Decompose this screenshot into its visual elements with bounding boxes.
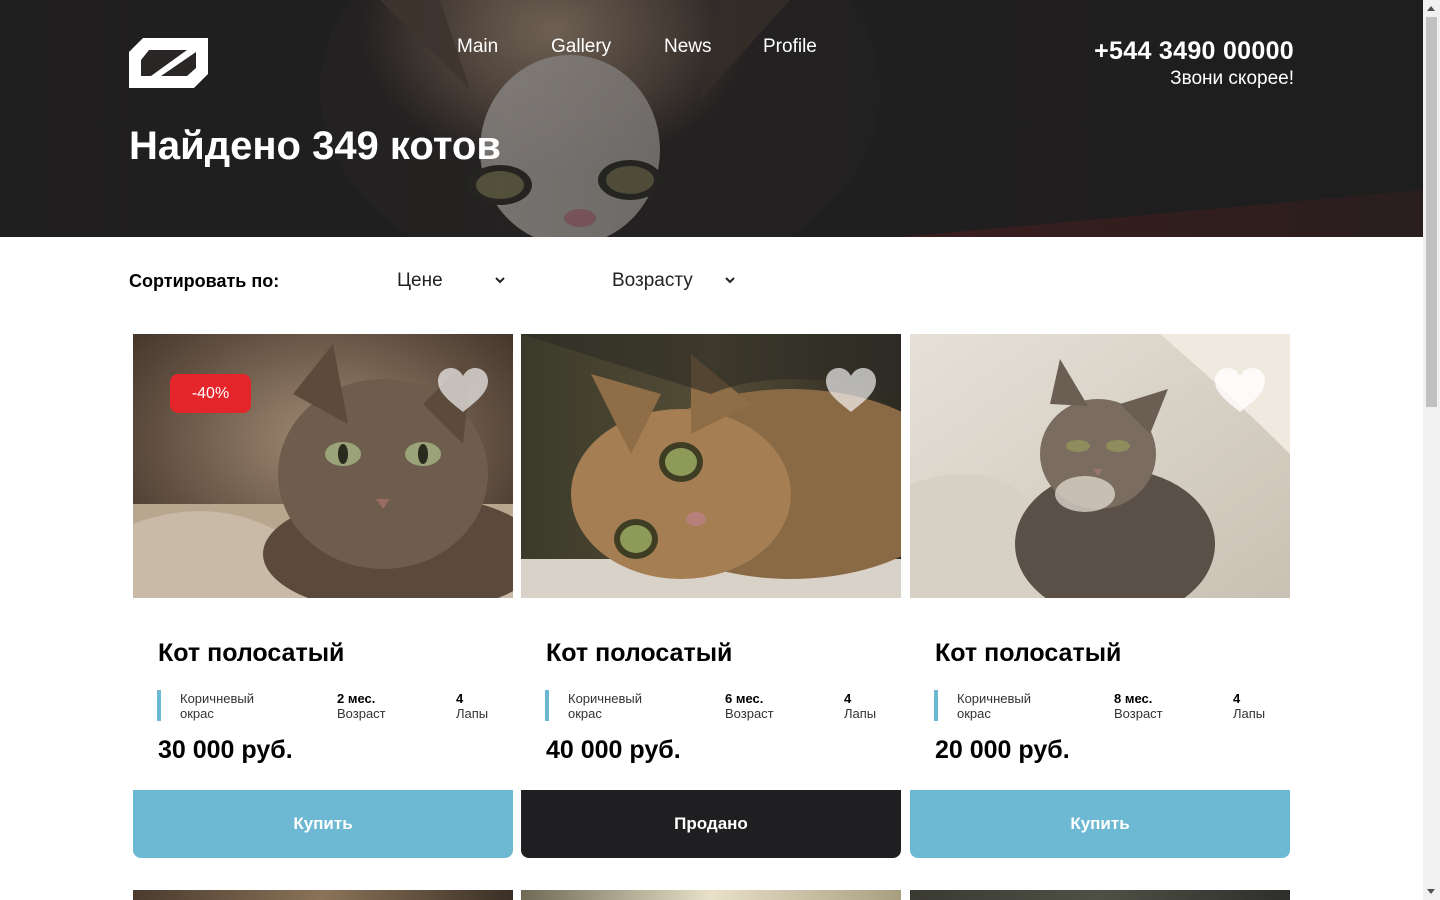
spec-age-label: Возраст	[725, 706, 774, 721]
cat-price: 40 000 руб.	[546, 736, 681, 764]
spec-color-value: Коричневый	[180, 691, 254, 706]
sort-by-price-select[interactable]: Цене	[397, 270, 505, 292]
spec-paws-label: Лапы	[456, 706, 489, 721]
spec-age: 6 мес. Возраст	[725, 691, 774, 721]
cat-name: Кот полосатый	[158, 639, 345, 667]
spec-paws: 4 Лапы	[1233, 691, 1265, 721]
spec-age-value: 8 мес.	[1114, 691, 1153, 706]
cat-card: Кот полосатый Коричневый окрас 6 мес. Во…	[521, 334, 901, 858]
scroll-up-icon[interactable]	[1427, 6, 1435, 11]
spec-color: Коричневый окрас	[180, 691, 254, 721]
cat-price: 30 000 руб.	[158, 736, 293, 764]
cat-photo[interactable]	[910, 334, 1290, 598]
phone-number[interactable]: +544 3490 00000	[1094, 37, 1294, 66]
contact-block: +544 3490 00000 Звони скорее!	[1094, 37, 1294, 90]
cat-specs: Коричневый окрас 8 мес. Возраст 4 Лапы	[934, 690, 1274, 721]
cat-price: 20 000 руб.	[935, 736, 1070, 764]
scrollbar-thumb[interactable]	[1426, 17, 1437, 407]
heart-icon[interactable]	[438, 368, 488, 414]
next-card-photo	[910, 890, 1290, 900]
spec-paws-label: Лапы	[844, 706, 877, 721]
nav-news[interactable]: News	[664, 36, 712, 58]
page-scrollbar[interactable]	[1423, 0, 1440, 900]
hero-header: Main Gallery News Profile +544 3490 0000…	[0, 0, 1423, 237]
spec-color-label: окрас	[180, 706, 214, 721]
sold-button[interactable]: Продано	[521, 790, 901, 858]
spec-paws: 4 Лапы	[844, 691, 876, 721]
spec-age-label: Возраст	[1114, 706, 1163, 721]
discount-badge: -40%	[170, 374, 251, 413]
sort-label: Сортировать по:	[129, 271, 280, 291]
nav-gallery[interactable]: Gallery	[551, 36, 611, 58]
spec-paws-value: 4	[844, 691, 852, 706]
spec-paws: 4 Лапы	[456, 691, 488, 721]
spec-color-value: Коричневый	[957, 691, 1031, 706]
cat-specs: Коричневый окрас 6 мес. Возраст 4 Лапы	[545, 690, 885, 721]
next-card-photo	[133, 890, 513, 900]
spec-color-label: окрас	[957, 706, 991, 721]
spec-age: 2 мес. Возраст	[337, 691, 386, 721]
chevron-down-icon	[494, 275, 505, 287]
nav-profile[interactable]: Profile	[763, 36, 817, 58]
heart-icon[interactable]	[826, 368, 876, 414]
spec-paws-value: 4	[456, 691, 464, 706]
cat-card: -40% Кот полосатый Коричневый окрас 2 ме…	[133, 334, 513, 858]
nav-main[interactable]: Main	[457, 36, 498, 58]
spec-paws-label: Лапы	[1233, 706, 1266, 721]
spec-paws-value: 4	[1233, 691, 1241, 706]
cat-name: Кот полосатый	[546, 639, 733, 667]
spec-age: 8 мес. Возраст	[1114, 691, 1163, 721]
heart-icon[interactable]	[1215, 368, 1265, 414]
sort-option-age: Возрасту	[612, 270, 693, 291]
spec-color: Коричневый окрас	[957, 691, 1031, 721]
cat-name: Кот полосатый	[935, 639, 1122, 667]
cat-card: Кот полосатый Коричневый окрас 8 мес. Во…	[910, 334, 1290, 858]
call-cta: Звони скорее!	[1170, 68, 1294, 89]
buy-button[interactable]: Купить	[910, 790, 1290, 858]
spec-age-value: 6 мес.	[725, 691, 764, 706]
brand-logo-icon[interactable]	[129, 38, 208, 88]
next-card-photo	[521, 890, 901, 900]
scroll-down-icon[interactable]	[1427, 889, 1435, 894]
cat-photo[interactable]	[521, 334, 901, 598]
page-title: Найдено 349 котов	[129, 124, 501, 168]
chevron-down-icon	[725, 275, 735, 287]
cat-specs: Коричневый окрас 2 мес. Возраст 4 Лапы	[157, 690, 497, 721]
spec-age-value: 2 мес.	[337, 691, 376, 706]
cat-photo[interactable]: -40%	[133, 334, 513, 598]
sort-option-price: Цене	[397, 270, 443, 291]
spec-color-value: Коричневый	[568, 691, 642, 706]
spec-color-label: окрас	[568, 706, 602, 721]
buy-button[interactable]: Купить	[133, 790, 513, 858]
sort-by-age-select[interactable]: Возрасту	[612, 270, 735, 292]
spec-color: Коричневый окрас	[568, 691, 642, 721]
spec-age-label: Возраст	[337, 706, 386, 721]
